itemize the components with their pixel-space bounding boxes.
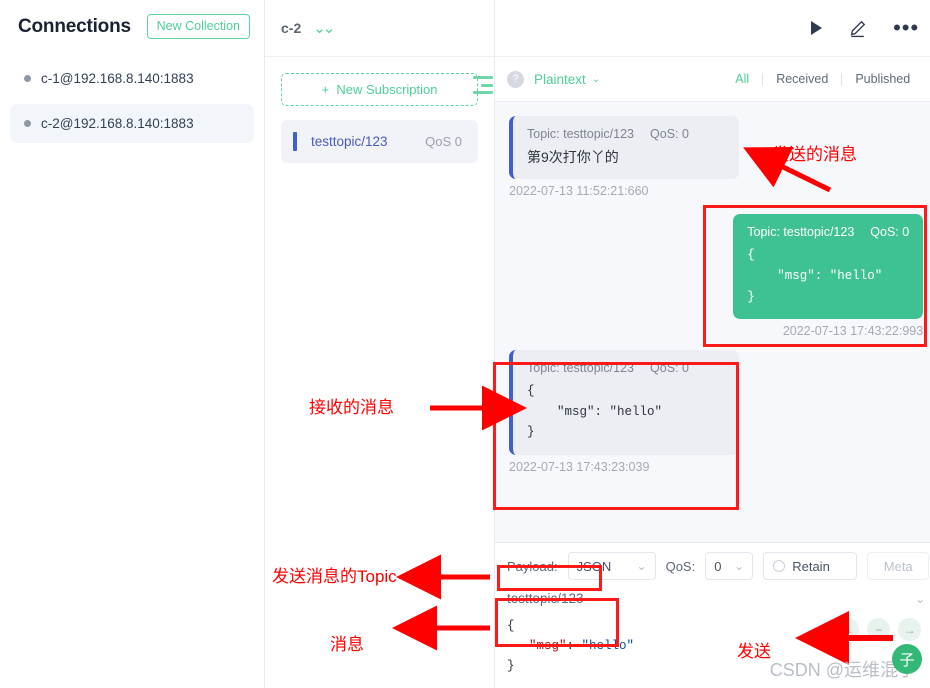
new-subscription-button[interactable]: + New Subscription [281, 73, 478, 106]
message-qos: QoS: 0 [650, 361, 689, 376]
filter-tab-published[interactable]: Published [842, 72, 923, 86]
message-row-received-2: Topic: testtopic/123 QoS: 0 { "msg": "he… [509, 350, 923, 474]
editor-key: "msg" [529, 639, 567, 653]
connection-label: c-1@192.168.8.140:1883 [41, 71, 194, 86]
message-qos: QoS: 0 [650, 127, 689, 141]
subscription-qos: QoS 0 [425, 134, 462, 149]
status-dot-icon [24, 120, 31, 127]
message-timestamp: 2022-07-13 11:52:21:660 [509, 184, 649, 199]
payload-format-label: Plaintext [534, 71, 586, 87]
publish-topic-row: testtopic/123 ⌄ [495, 588, 930, 612]
message-filter-bar: ? Plaintext ⌄ All Received Published [495, 57, 930, 102]
message-row-published-1: Topic: testtopic/123 QoS: 0 { "msg": "he… [509, 214, 924, 339]
chevron-down-icon: ⌄ [636, 559, 647, 573]
page-title: Connections [18, 15, 131, 37]
payload-label: Payload: [507, 558, 558, 574]
editor-line-close: } [507, 659, 515, 673]
subscriptions-body: + New Subscription testtopic/123 QoS 0 [265, 57, 494, 163]
editor-line-open: { [507, 619, 515, 633]
editor-nav-buttons: ← − → [836, 618, 922, 641]
qos-select[interactable]: 0 ⌄ [705, 552, 754, 580]
editor-colon: : [566, 639, 582, 653]
subscription-color-marker [293, 132, 297, 151]
connection-item-c-1[interactable]: c-1@192.168.8.140:1883 [10, 59, 254, 98]
message-body: { "msg": "hello" } [747, 248, 883, 304]
new-subscription-label: New Subscription [336, 82, 438, 97]
retain-checkbox[interactable]: Retain [763, 552, 858, 580]
message-header: Topic: testtopic/123 QoS: 0 [527, 361, 725, 375]
message-timestamp: 2022-07-13 17:43:22:993 [782, 324, 924, 339]
connect-play-icon[interactable] [811, 21, 823, 35]
message-header: Topic: testtopic/123 QoS: 0 [747, 225, 909, 239]
publish-bar: Payload: JSON ⌄ QoS: 0 ⌄ Retain Meta tes… [495, 542, 930, 688]
message-list[interactable]: Topic: testtopic/123 QoS: 0 第9次打你丫的 2022… [495, 102, 930, 542]
subscriptions-topbar: c-2 ⌄⌄ [265, 0, 494, 57]
subscription-item[interactable]: testtopic/123 QoS 0 [281, 120, 478, 163]
filter-tabs: All Received Published [722, 72, 923, 86]
app-root: Connections New Collection c-1@192.168.8… [0, 0, 930, 688]
connections-sidebar: Connections New Collection c-1@192.168.8… [0, 0, 265, 688]
qos-label: QoS: [665, 558, 696, 574]
publish-payload-editor[interactable]: { "msg": "hello" } [507, 612, 634, 688]
main-toolbar: ••• [495, 0, 930, 57]
message-row-received-1: Topic: testtopic/123 QoS: 0 第9次打你丫的 2022… [509, 116, 923, 198]
qos-value: 0 [714, 558, 722, 574]
chevron-double-down-icon[interactable]: ⌄⌄ [313, 21, 335, 36]
payload-format-selector[interactable]: Plaintext ⌄ [534, 72, 600, 87]
more-options-icon[interactable]: ••• [893, 17, 919, 39]
message-body: { "msg": "hello" } [527, 384, 663, 440]
messages-panel: ••• ? Plaintext ⌄ All Received Published [495, 0, 930, 688]
message-topic: Topic: testtopic/123 [527, 127, 635, 141]
publish-editor-row: { "msg": "hello" } ← − → [495, 612, 930, 688]
message-topic: Topic: testtopic/123 [747, 225, 855, 240]
message-qos: QoS: 0 [870, 225, 910, 240]
message-body: 第9次打你丫的 [527, 149, 619, 165]
status-dot-icon [24, 75, 31, 82]
message-bubble[interactable]: Topic: testtopic/123 QoS: 0 第9次打你丫的 [509, 116, 739, 180]
filter-tab-all[interactable]: All [722, 72, 762, 86]
connection-label: c-2@192.168.8.140:1883 [41, 116, 194, 131]
plus-icon: + [321, 82, 330, 97]
message-header: Topic: testtopic/123 QoS: 0 [527, 127, 725, 141]
payload-type-select[interactable]: JSON ⌄ [567, 552, 656, 580]
publish-topic-input[interactable]: testtopic/123 [507, 591, 915, 606]
payload-type-value: JSON [576, 558, 612, 574]
edit-pencil-icon[interactable] [848, 19, 867, 38]
connection-list: c-1@192.168.8.140:1883 c-2@192.168.8.140… [0, 51, 264, 143]
help-icon[interactable]: ? [507, 70, 524, 88]
subscriptions-panel: c-2 ⌄⌄ + New Subscription testtopic/123 … [265, 0, 495, 688]
active-connection-name: c-2 [281, 20, 302, 36]
meta-button[interactable]: Meta [867, 552, 930, 580]
chevron-down-icon: ⌄ [734, 559, 745, 573]
publish-options: Payload: JSON ⌄ QoS: 0 ⌄ Retain Meta [495, 543, 930, 588]
arrow-right-icon[interactable]: → [898, 618, 922, 641]
filter-tab-received[interactable]: Received [763, 72, 841, 86]
new-collection-button[interactable]: New Collection [146, 14, 250, 39]
sidebar-header: Connections New Collection [0, 0, 264, 51]
subscription-topic: testtopic/123 [311, 134, 388, 149]
message-timestamp: 2022-07-13 17:43:23:039 [509, 460, 650, 475]
chevron-down-icon[interactable]: ⌄ [915, 592, 925, 606]
minus-icon[interactable]: − [867, 618, 891, 641]
collapse-panel-icon[interactable] [473, 76, 493, 94]
connection-item-c-2[interactable]: c-2@192.168.8.140:1883 [10, 104, 254, 143]
radio-icon [773, 560, 786, 572]
message-bubble[interactable]: Topic: testtopic/123 QoS: 0 { "msg": "he… [509, 350, 739, 456]
message-topic: Topic: testtopic/123 [527, 361, 635, 376]
chevron-down-icon: ⌄ [591, 73, 601, 85]
editor-value: "hello" [581, 639, 635, 653]
retain-label: Retain [792, 558, 830, 574]
arrow-left-icon[interactable]: ← [836, 618, 860, 641]
message-bubble[interactable]: Topic: testtopic/123 QoS: 0 { "msg": "he… [733, 214, 924, 320]
